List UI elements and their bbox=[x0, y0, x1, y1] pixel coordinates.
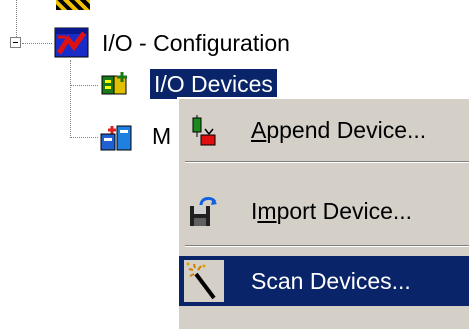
import-device-icon bbox=[187, 195, 219, 227]
menu-item-label: Import Device... bbox=[251, 198, 413, 224]
partial-icon-top bbox=[56, 0, 90, 10]
tree-line-vertical-children bbox=[70, 60, 71, 138]
tree-node-label: M bbox=[152, 123, 172, 149]
menu-item-label: Append Device... bbox=[251, 117, 427, 143]
tree-node-label: I/O - Configuration bbox=[102, 30, 290, 56]
append-device-icon bbox=[187, 114, 219, 146]
scan-devices-icon bbox=[184, 260, 224, 302]
menu-item-scan-devices[interactable]: Scan Devices... bbox=[179, 256, 469, 306]
menu-item-label: Scan Devices... bbox=[251, 268, 411, 294]
tree-node-label: I/O Devices bbox=[150, 69, 277, 99]
mappings-icon bbox=[100, 122, 140, 152]
collapse-expander-icon[interactable] bbox=[10, 37, 21, 48]
menu-item-append-device[interactable]: Append Device... bbox=[179, 105, 469, 155]
tree-line-vertical-root bbox=[16, 0, 17, 37]
tree-line-horizontal-child-1 bbox=[70, 85, 98, 86]
menu-separator bbox=[185, 245, 469, 247]
tree-line-horizontal-root bbox=[22, 43, 52, 44]
io-configuration-icon bbox=[54, 27, 90, 59]
io-devices-icon bbox=[100, 72, 134, 98]
context-menu: Append Device... Import Device... Scan D… bbox=[177, 97, 469, 329]
menu-item-import-device[interactable]: Import Device... bbox=[179, 186, 469, 236]
tree-line-horizontal-child-2 bbox=[70, 137, 98, 138]
menu-separator bbox=[185, 161, 469, 163]
